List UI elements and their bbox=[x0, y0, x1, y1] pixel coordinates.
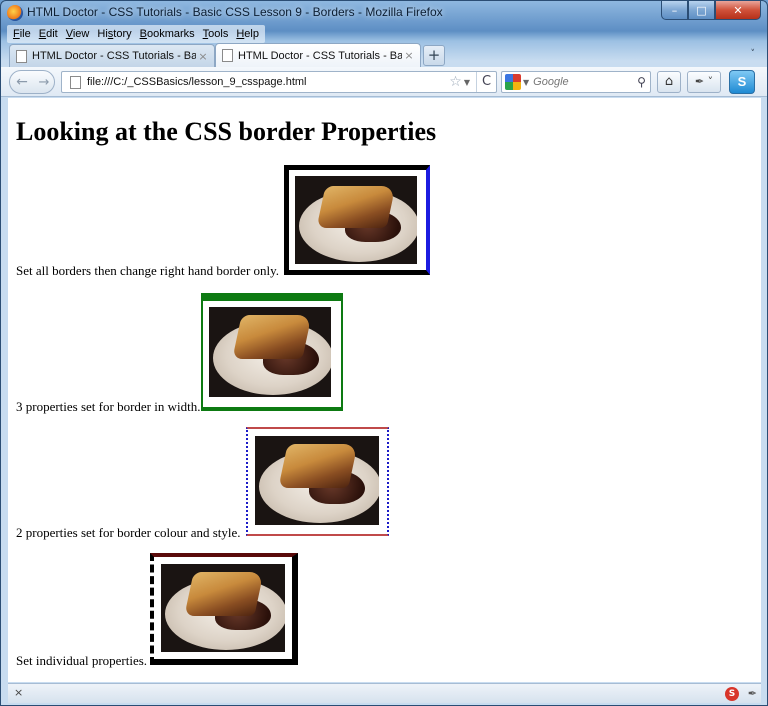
address-bar[interactable]: file:///C:/_CSSBasics/lesson_9_csspage.h… bbox=[61, 71, 497, 93]
addon-button[interactable]: ✒ ˅ bbox=[687, 71, 721, 93]
minimize-button[interactable]: – bbox=[661, 1, 688, 20]
caption-border-width: 3 properties set for border in width. bbox=[16, 399, 201, 414]
tab-label: HTML Doctor - CSS Tutorials - Basic ... bbox=[32, 50, 196, 62]
skype-icon[interactable]: S bbox=[729, 70, 755, 94]
pie-image-dotted-border bbox=[246, 427, 389, 536]
pie-photo bbox=[161, 564, 285, 652]
menu-bar: File Edit View History Bookmarks Tools Help bbox=[7, 25, 265, 43]
menu-item[interactable]: Help bbox=[232, 25, 263, 43]
pie-image-right-border bbox=[284, 165, 430, 275]
menu-item[interactable]: Bookmarks bbox=[136, 25, 199, 43]
status-bar: × S ✒ bbox=[8, 683, 761, 703]
menu-item[interactable]: File bbox=[9, 25, 35, 43]
back-forward-group: ← → bbox=[9, 70, 55, 94]
tab-2-active[interactable]: HTML Doctor - CSS Tutorials - Basic ... … bbox=[215, 43, 421, 67]
title-bar[interactable]: HTML Doctor - CSS Tutorials - Basic CSS … bbox=[1, 1, 767, 25]
google-icon[interactable] bbox=[505, 74, 521, 90]
menu-item[interactable]: Tools bbox=[199, 25, 233, 43]
menu-item[interactable]: Edit bbox=[35, 25, 62, 43]
stop-sign-icon[interactable]: S bbox=[725, 687, 739, 701]
reload-icon[interactable]: C bbox=[476, 72, 496, 92]
maximize-button[interactable]: □ bbox=[688, 1, 715, 20]
browser-window: HTML Doctor - CSS Tutorials - Basic CSS … bbox=[0, 0, 768, 706]
caption-right-border: Set all borders then change right hand b… bbox=[16, 263, 280, 278]
bookmark-star-icon[interactable]: ☆ bbox=[449, 74, 462, 90]
menu-item[interactable]: History bbox=[93, 25, 135, 43]
tab-label: HTML Doctor - CSS Tutorials - Basic ... bbox=[238, 49, 402, 62]
pie-image-individual-border bbox=[150, 553, 298, 665]
search-icon[interactable]: ⚲ bbox=[637, 75, 646, 89]
new-tab-button[interactable]: + bbox=[423, 45, 445, 66]
tab-list-icon[interactable]: ˅ bbox=[751, 49, 756, 59]
url-dropdown-icon[interactable]: ▼ bbox=[464, 78, 470, 87]
tab-strip: HTML Doctor - CSS Tutorials - Basic ... … bbox=[1, 43, 767, 67]
addon-status-icon[interactable]: ✒ bbox=[748, 687, 757, 700]
status-close-icon[interactable]: × bbox=[14, 686, 23, 699]
caption-colour-style: 2 properties set for border colour and s… bbox=[16, 525, 241, 540]
menu-item[interactable]: View bbox=[62, 25, 94, 43]
pie-photo bbox=[255, 436, 379, 525]
search-bar[interactable]: ▼ ⚲ bbox=[501, 71, 651, 93]
forward-button[interactable]: → bbox=[34, 75, 54, 90]
page-content: Looking at the CSS border Properties Set… bbox=[8, 98, 761, 682]
pie-photo bbox=[209, 307, 331, 397]
tab-1[interactable]: HTML Doctor - CSS Tutorials - Basic ... … bbox=[9, 44, 215, 67]
tab-close-icon[interactable]: × bbox=[402, 49, 416, 62]
window-title: HTML Doctor - CSS Tutorials - Basic CSS … bbox=[27, 5, 443, 19]
firefox-icon[interactable] bbox=[7, 5, 23, 21]
pie-image-green-border bbox=[201, 293, 343, 411]
page-icon bbox=[70, 75, 81, 89]
search-input[interactable] bbox=[533, 76, 634, 88]
search-engine-dropdown-icon[interactable]: ▼ bbox=[523, 78, 529, 87]
page-icon bbox=[222, 49, 233, 62]
url-text[interactable]: file:///C:/_CSSBasics/lesson_9_csspage.h… bbox=[87, 76, 449, 88]
home-button[interactable]: ⌂ bbox=[657, 71, 681, 93]
back-button[interactable]: ← bbox=[10, 71, 34, 93]
window-controls: – □ ✕ bbox=[661, 1, 761, 20]
tab-close-icon[interactable]: × bbox=[196, 50, 210, 63]
page-title: Looking at the CSS border Properties bbox=[16, 117, 437, 146]
navigation-bar: ← → file:///C:/_CSSBasics/lesson_9_csspa… bbox=[1, 67, 767, 97]
close-button[interactable]: ✕ bbox=[715, 1, 761, 20]
caption-individual: Set individual properties. bbox=[16, 653, 148, 668]
pie-photo bbox=[295, 176, 417, 264]
page-icon bbox=[16, 49, 27, 63]
